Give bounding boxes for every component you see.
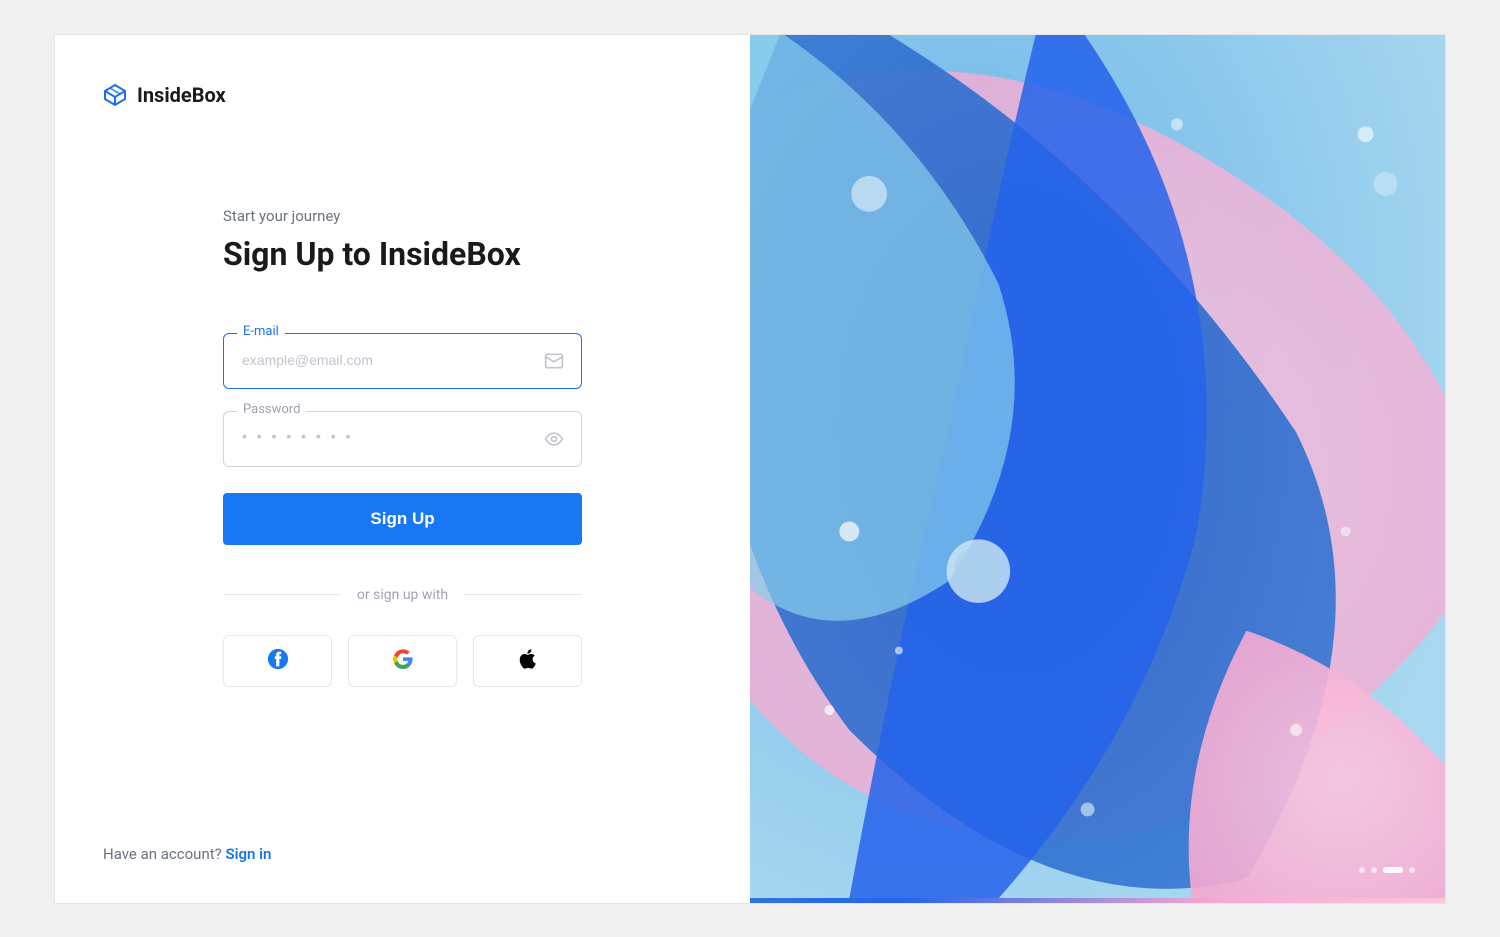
facebook-signup-button[interactable] [223,635,332,687]
facebook-icon [267,648,289,673]
page-title: Sign Up to InsideBox [223,235,582,273]
footer-prompt: Have an account? Sign in [103,845,271,863]
password-label: Password [237,402,306,417]
eye-icon[interactable] [544,429,564,449]
signup-button[interactable]: Sign Up [223,493,582,545]
social-signup-buttons [223,635,582,687]
password-input-group: Password [223,411,582,467]
google-icon [393,649,413,672]
carousel-dot-1[interactable] [1359,867,1365,873]
brand-name: InsideBox [137,83,226,107]
apple-icon [518,648,538,673]
divider-text: or sign up with [341,587,464,603]
signin-link[interactable]: Sign in [225,845,271,863]
divider-line-right [464,594,582,595]
form-panel: InsideBox Start your journey Sign Up to … [55,35,750,903]
divider: or sign up with [223,587,582,603]
email-icon [544,351,564,371]
carousel-dot-2[interactable] [1371,867,1377,873]
email-input-group: E-mail [223,333,582,389]
password-field[interactable] [223,411,582,467]
signup-form: Start your journey Sign Up to InsideBox … [103,207,702,687]
google-signup-button[interactable] [348,635,457,687]
carousel-dot-4[interactable] [1409,867,1415,873]
abstract-art [750,35,1445,899]
signup-page: InsideBox Start your journey Sign Up to … [54,34,1446,904]
carousel-pagination [1359,867,1415,873]
carousel-dot-3[interactable] [1383,867,1403,873]
apple-signup-button[interactable] [473,635,582,687]
email-label: E-mail [237,324,285,339]
email-field[interactable] [223,333,582,389]
hero-image-panel [750,35,1445,903]
divider-line-left [223,594,341,595]
brand-logo: InsideBox [103,83,702,107]
footer-prompt-text: Have an account? [103,845,225,863]
insidebox-logo-icon [103,83,127,107]
page-subtitle: Start your journey [223,207,582,225]
